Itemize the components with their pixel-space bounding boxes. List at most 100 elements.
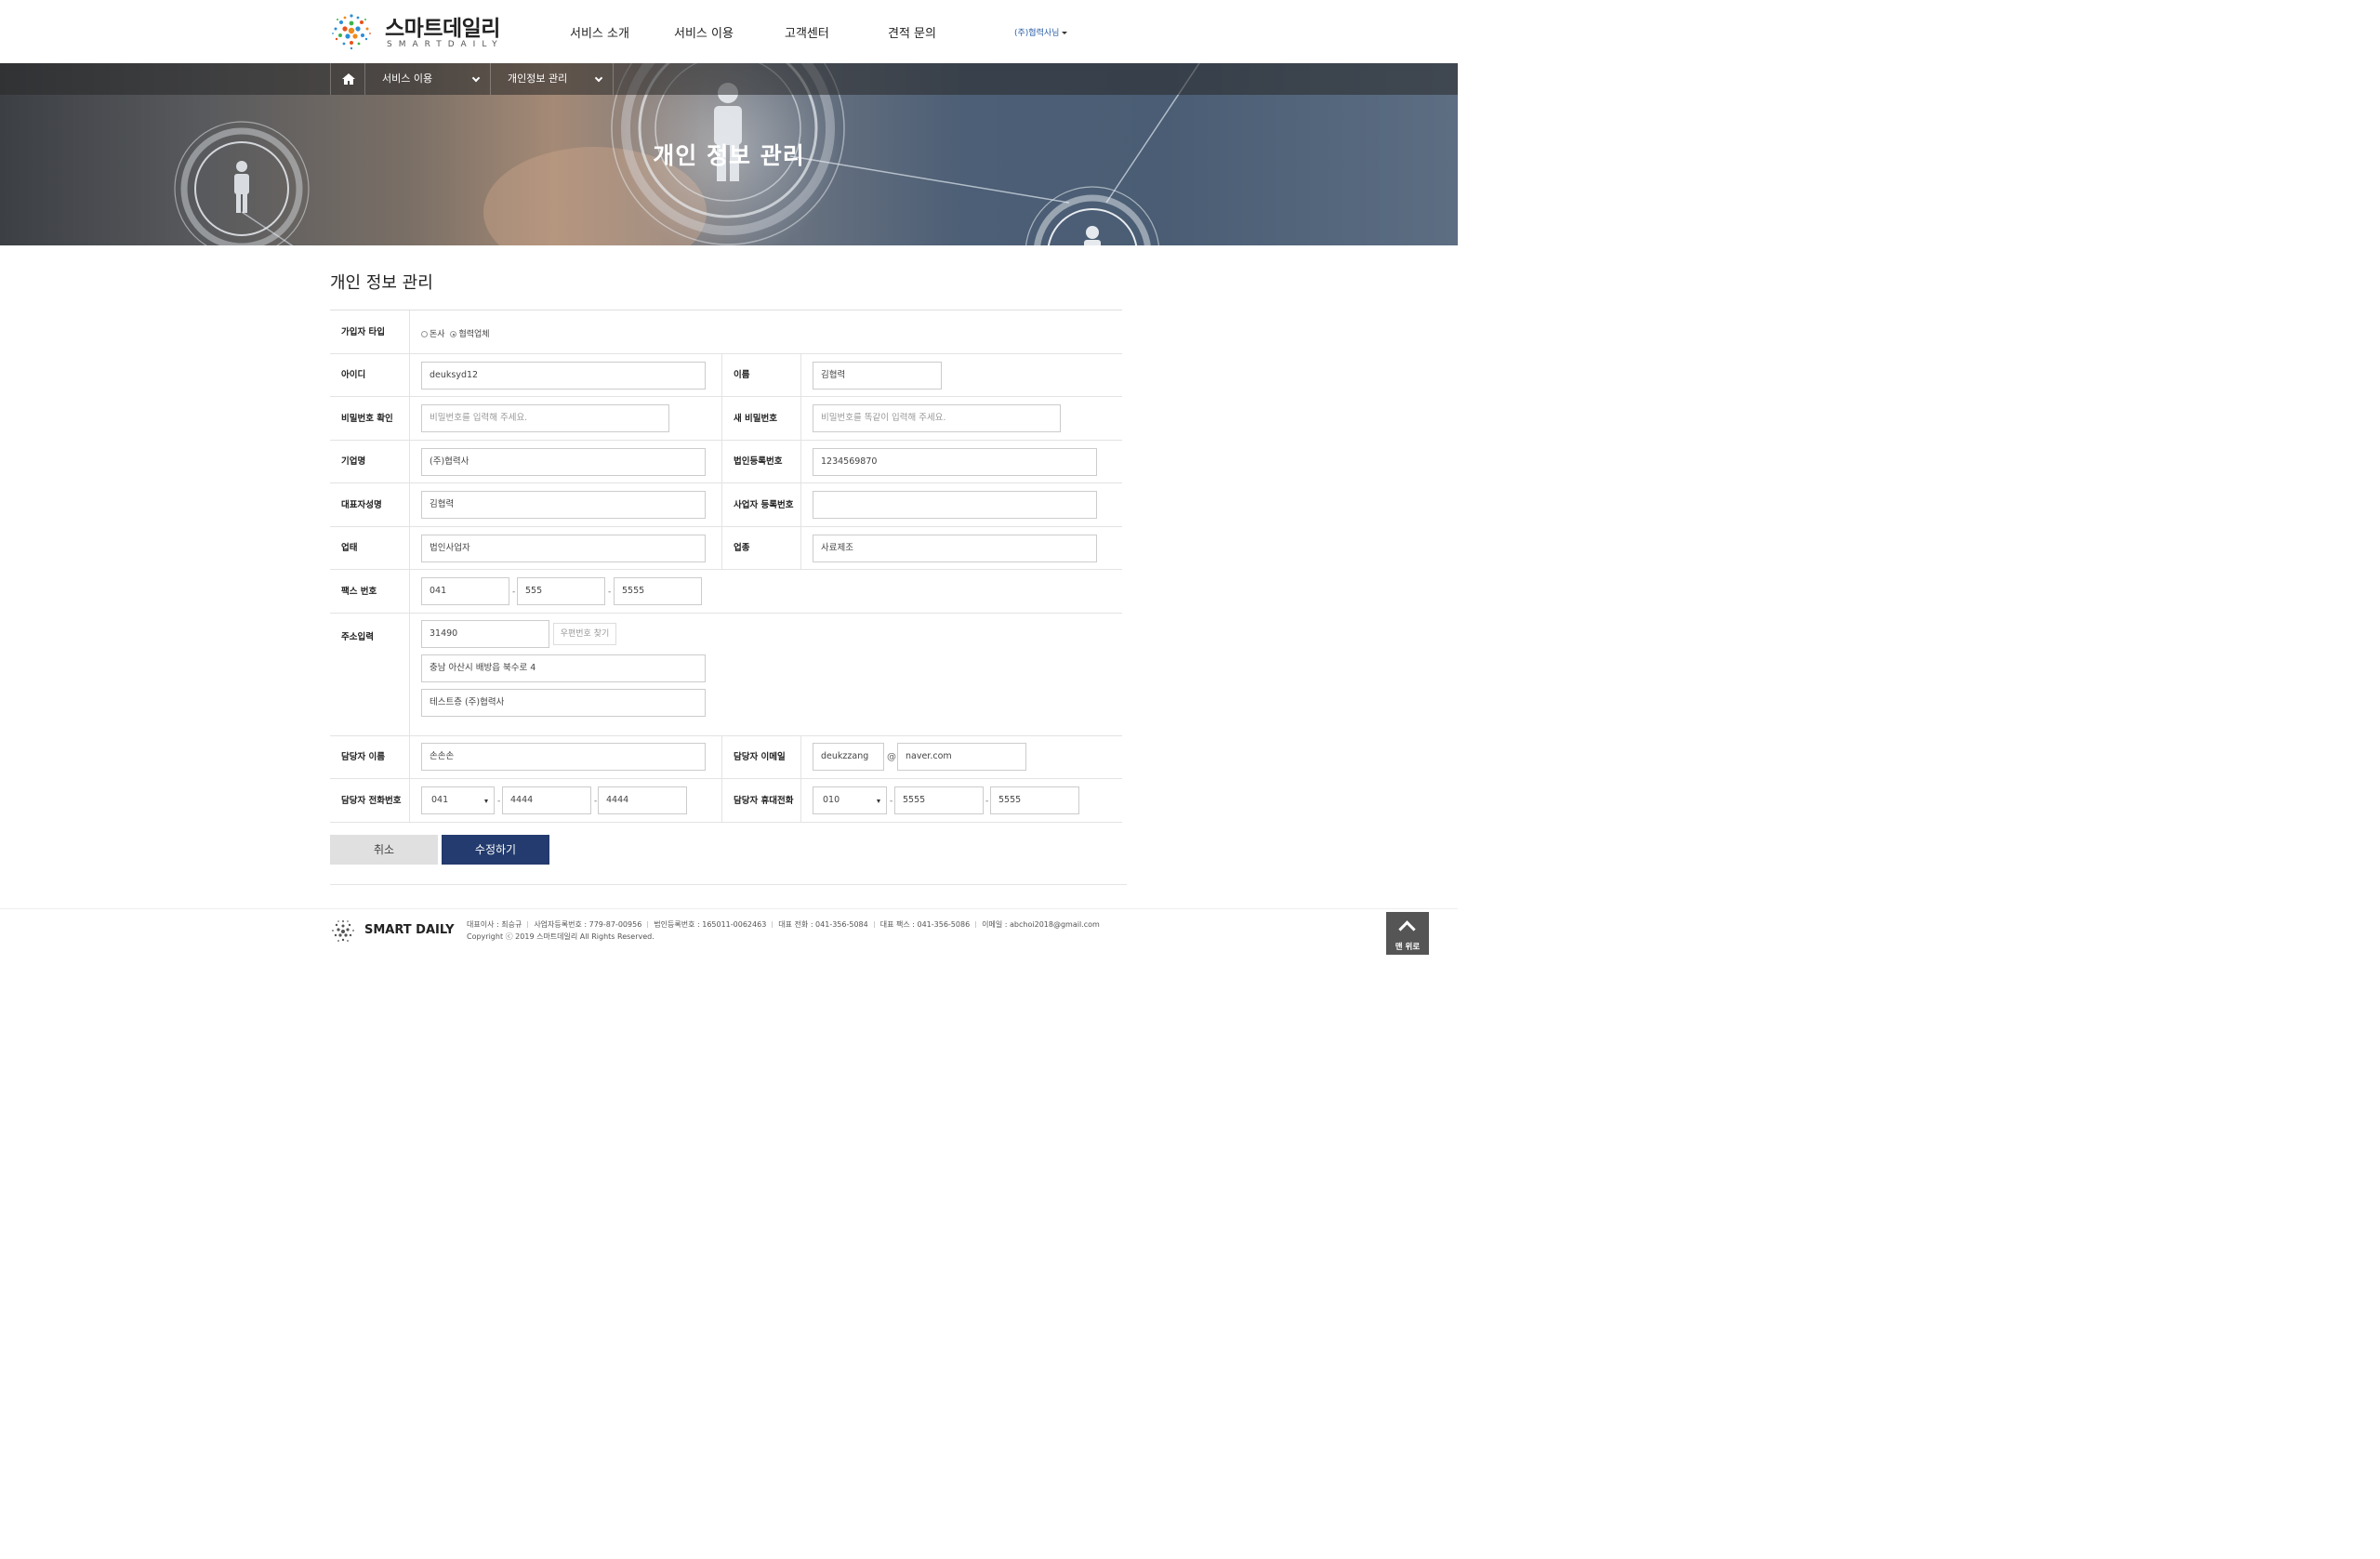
footer-info-phone: 대표 전화 : 041-356-5084	[778, 920, 868, 929]
footer-logo-text: SMART DAILY	[364, 923, 455, 937]
password-confirm-field[interactable]: 비밀번호를 입력해 주세요.	[421, 404, 669, 432]
chevron-down-icon	[471, 73, 481, 83]
label-address: 주소입력	[330, 614, 410, 735]
dash-separator: -	[512, 588, 516, 597]
separator	[527, 921, 529, 928]
label-company: 기업명	[330, 441, 410, 482]
label-corp-reg-no: 법인등록번호	[721, 441, 801, 482]
select-caret-icon	[484, 799, 488, 803]
phone-part-2[interactable]: 4444	[502, 786, 591, 814]
radio-pig-farm[interactable]	[421, 331, 428, 337]
footer-copyright: Copyright ⓒ 2019 스마트데일리 All Rights Reser…	[467, 932, 654, 941]
member-type-radio-group: 돈사 협력업체	[421, 327, 490, 339]
label-manager-mobile: 담당자 휴대전화	[721, 779, 801, 822]
dash-separator: -	[497, 797, 501, 806]
address-line1-field[interactable]: 충남 아산시 배방읍 북수로 4	[421, 654, 706, 682]
form-row-company: 기업명 (주)협력사 법인등록번호 1234569870	[330, 441, 1122, 483]
dash-separator: -	[608, 588, 612, 597]
separator	[975, 921, 977, 928]
back-to-top-label: 맨 위로	[1395, 943, 1421, 952]
manager-name-field[interactable]: 손손손	[421, 743, 706, 771]
user-name: (주)협력사님	[1014, 29, 1060, 38]
hero-banner: 서비스 이용 개인정보 관리 개인 정보 관리	[0, 63, 1458, 245]
biz-type-field[interactable]: 법인사업자	[421, 535, 706, 562]
hero-title: 개인 정보 관리	[653, 142, 805, 169]
nav-quote-inquiry[interactable]: 견적 문의	[888, 23, 936, 41]
email-local-field[interactable]: deukzzang	[813, 743, 884, 771]
form-row-fax: 팩스 번호 041 - 555 - 5555	[330, 570, 1122, 614]
radio-partner[interactable]	[450, 331, 457, 337]
new-password-field[interactable]: 비밀번호를 똑같이 입력해 주세요.	[813, 404, 1061, 432]
label-manager-email: 담당자 이메일	[721, 736, 801, 778]
dash-separator: -	[890, 797, 893, 806]
email-domain-field[interactable]: naver.com	[897, 743, 1026, 771]
nav-service-use[interactable]: 서비스 이용	[674, 23, 734, 41]
zip-search-button[interactable]: 우편번호 찾기	[553, 623, 616, 645]
separator	[772, 921, 774, 928]
cancel-button[interactable]: 취소	[330, 835, 438, 865]
separator	[873, 921, 875, 928]
divider	[330, 884, 1127, 885]
site-logo[interactable]: 스마트데일리 SMARTDAILY	[329, 8, 506, 55]
nav-service-intro[interactable]: 서비스 소개	[570, 23, 629, 41]
dash-separator: -	[594, 797, 598, 806]
user-menu[interactable]: (주)협력사님	[1014, 26, 1068, 38]
chevron-down-icon	[594, 73, 603, 83]
form-row-address: 주소입력 31490 우편번호 찾기 충남 아산시 배방읍 북수로 4 테스트층…	[330, 614, 1122, 736]
radio-label: 돈사	[430, 330, 445, 339]
mobile-prefix-select[interactable]: 010	[813, 786, 887, 814]
email-at-sign: @	[887, 752, 896, 762]
phone-prefix-select[interactable]: 041	[421, 786, 495, 814]
label-password-confirm: 비밀번호 확인	[330, 397, 410, 440]
caret-down-icon	[1062, 32, 1068, 34]
chevron-up-icon	[1398, 920, 1416, 938]
logo-text-english: SMARTDAILY	[387, 40, 504, 49]
form-row-manager: 담당자 이름 손손손 담당자 이메일 deukzzang @ naver.com	[330, 736, 1122, 779]
breadcrumb-label: 개인정보 관리	[508, 73, 568, 85]
corp-reg-no-field[interactable]: 1234569870	[813, 448, 1097, 476]
mobile-part-3[interactable]: 5555	[990, 786, 1079, 814]
form-row-phones: 담당자 전화번호 041 - 4444 - 4444 담당자 휴대전화 010 …	[330, 779, 1122, 823]
form-row-biz-type: 업태 법인사업자 업종 사료제조	[330, 527, 1122, 570]
profile-form: 가입자 타입 돈사 협력업체 아이디 deuksyd12 이름 김협력 비밀번호…	[330, 310, 1122, 823]
company-field[interactable]: (주)협력사	[421, 448, 706, 476]
form-row-ceo: 대표자성명 김협력 사업자 등록번호	[330, 483, 1122, 527]
biz-item-field[interactable]: 사료제조	[813, 535, 1097, 562]
footer-info-corp-no: 법인등록번호 : 165011-0062463	[654, 920, 767, 929]
label-id: 아이디	[330, 354, 410, 396]
mobile-part-2[interactable]: 5555	[894, 786, 984, 814]
label-biz-type: 업태	[330, 527, 410, 569]
biz-reg-no-field[interactable]	[813, 491, 1097, 519]
dash-separator: -	[985, 797, 989, 806]
nav-customer-center[interactable]: 고객센터	[785, 23, 829, 41]
zip-field[interactable]: 31490	[421, 620, 549, 648]
form-row-member-type: 가입자 타입 돈사 협력업체	[330, 310, 1122, 354]
home-icon	[342, 73, 355, 85]
logo-dots-icon	[332, 14, 371, 50]
ceo-field[interactable]: 김협력	[421, 491, 706, 519]
label-manager-name: 담당자 이름	[330, 736, 410, 778]
breadcrumb-label: 서비스 이용	[382, 73, 433, 85]
fax-part-1[interactable]: 041	[421, 577, 509, 605]
form-row-id-name: 아이디 deuksyd12 이름 김협력	[330, 354, 1122, 397]
breadcrumb-home[interactable]	[330, 63, 365, 95]
breadcrumb: 서비스 이용 개인정보 관리	[0, 63, 1458, 95]
fax-part-2[interactable]: 555	[517, 577, 605, 605]
submit-button[interactable]: 수정하기	[442, 835, 549, 865]
label-ceo: 대표자성명	[330, 483, 410, 526]
logo-text-korean: 스마트데일리	[385, 17, 500, 41]
phone-part-3[interactable]: 4444	[598, 786, 687, 814]
back-to-top-button[interactable]: 맨 위로	[1386, 912, 1429, 955]
selected-value: 041	[431, 795, 449, 805]
name-field[interactable]: 김협력	[813, 362, 942, 390]
label-name: 이름	[721, 354, 801, 396]
breadcrumb-service-use[interactable]: 서비스 이용	[365, 63, 491, 95]
fax-part-3[interactable]: 5555	[614, 577, 702, 605]
breadcrumb-privacy-management[interactable]: 개인정보 관리	[491, 63, 614, 95]
footer-logo-dots-icon	[332, 920, 354, 942]
address-line2-field[interactable]: 테스트층 (주)협력사	[421, 689, 706, 717]
id-field[interactable]: deuksyd12	[421, 362, 706, 390]
form-row-password: 비밀번호 확인 비밀번호를 입력해 주세요. 새 비밀번호 비밀번호를 똑같이 …	[330, 397, 1122, 441]
label-member-type: 가입자 타입	[330, 310, 410, 353]
label-biz-item: 업종	[721, 527, 801, 569]
